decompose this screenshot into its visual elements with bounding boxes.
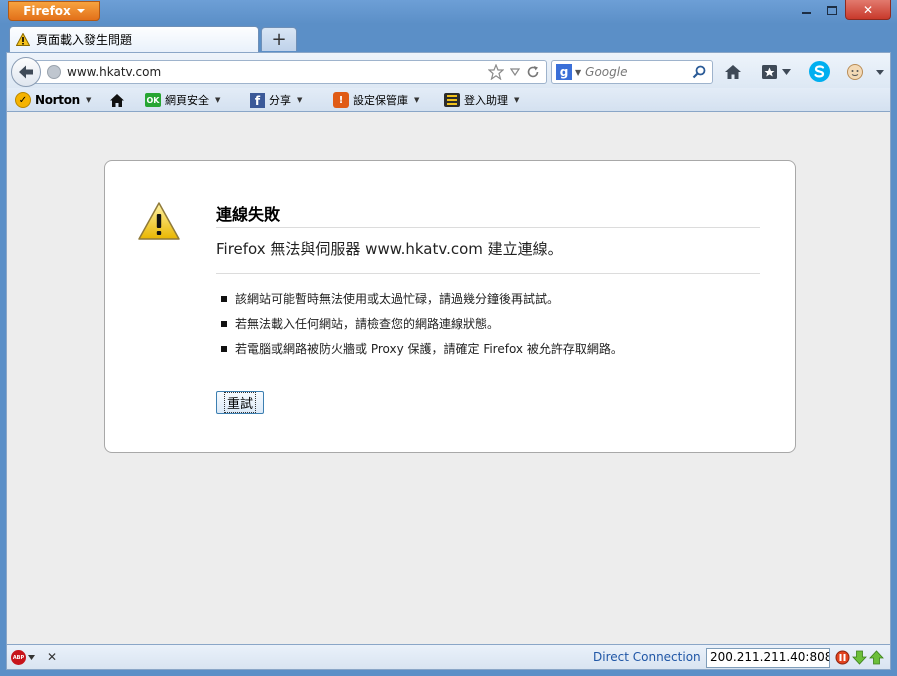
adblock-plus-icon: ABP [11,650,26,665]
chevron-down-icon: ▼ [215,96,221,104]
addon-face-button[interactable] [845,62,865,82]
site-identity-icon[interactable] [47,65,61,79]
maximize-button[interactable] [819,0,845,20]
warning-icon [16,33,30,46]
firefox-menu-button[interactable]: Firefox [8,1,100,21]
maximize-icon [827,5,837,15]
home-icon [110,93,124,107]
firefox-menu-label: Firefox [23,4,71,18]
share-menu[interactable]: f 分享 ▼ [250,91,302,109]
web-safety-menu[interactable]: OK 網頁安全 ▼ [145,91,220,109]
minimize-button[interactable] [793,0,819,20]
identity-vault-menu[interactable]: ! 設定保管庫 ▼ [333,91,419,109]
proxy-address-field[interactable]: 200.211.211.40:8080 [706,648,830,668]
divider [216,273,760,274]
login-card-icon [444,93,460,107]
page-content: 連線失敗 Firefox 無法與伺服器 www.hkatv.com 建立連線。 … [6,112,891,644]
download-arrow-icon[interactable] [852,650,867,665]
tab-strip: 頁面載入發生問題 + [0,24,897,52]
web-safety-label: 網頁安全 [165,94,209,107]
url-history-dropdown-icon[interactable] [510,68,520,76]
login-assistant-label: 登入助理 [464,94,508,107]
list-item: 若無法載入任何網站，請檢查您的網路連線狀態。 [221,316,623,341]
chevron-down-icon [782,69,791,75]
plus-icon: + [271,29,287,50]
warning-icon [138,202,180,240]
norton-menu[interactable]: ✓ Norton ▼ [15,91,91,109]
google-icon[interactable]: g [556,64,572,80]
bookmarks-menu-button[interactable] [759,62,793,82]
vault-icon: ! [333,92,349,108]
close-addon-bar-icon[interactable]: ✕ [47,650,57,664]
url-bar[interactable]: www.hkatv.com [35,60,547,84]
home-button[interactable] [723,62,743,82]
retry-button[interactable]: 重試 [216,391,264,414]
norton-label: Norton [35,93,80,107]
error-title: 連線失敗 [216,201,760,228]
navigation-toolbar: www.hkatv.com g ▼ Google [6,52,891,88]
chevron-down-icon [876,69,884,75]
norton-toolbar: ✓ Norton ▼ OK 網頁安全 ▼ f 分享 ▼ ! 設定保管庫 ▼ 登入… [6,88,891,112]
new-tab-button[interactable]: + [261,27,297,51]
bookmarks-icon [762,65,777,79]
status-bar: ABP ✕ Direct Connection 200.211.211.40:8… [6,644,891,670]
search-input[interactable]: Google [585,65,692,79]
chevron-down-icon: ▼ [297,96,303,104]
home-icon [725,65,741,79]
chevron-down-icon: ▼ [85,96,92,104]
title-bar: Firefox ✕ [0,0,897,24]
tab-title: 頁面載入發生問題 [36,33,133,47]
chevron-down-icon: ▼ [414,96,420,104]
vault-label: 設定保管庫 [353,94,408,107]
upload-arrow-icon[interactable] [869,650,884,665]
bookmark-star-icon[interactable] [488,64,504,80]
search-icon[interactable] [692,65,706,79]
list-item: 若電腦或網路被防火牆或 Proxy 保護，請確定 Firefox 被允許存取網路… [221,341,623,366]
close-icon: ✕ [862,2,874,17]
face-icon [847,64,863,80]
search-bar[interactable]: g ▼ Google [551,60,713,84]
url-text[interactable]: www.hkatv.com [67,65,488,79]
chevron-down-icon: ▼ [514,96,520,104]
skype-button[interactable] [807,59,831,83]
toolbar-overflow-button[interactable] [873,62,887,82]
direct-connection-link[interactable]: Direct Connection [593,650,701,664]
chevron-down-icon [76,9,85,13]
reload-icon[interactable] [526,65,540,79]
search-engine-dropdown-icon[interactable]: ▼ [575,68,581,77]
share-label: 分享 [269,94,291,107]
ok-safety-icon: OK [145,93,161,107]
retry-label: 重試 [223,392,256,413]
minimize-icon [801,12,811,14]
skype-icon [808,60,830,82]
error-container: 連線失敗 Firefox 無法與伺服器 www.hkatv.com 建立連線。 … [104,160,796,453]
facebook-icon: f [250,92,265,108]
close-window-button[interactable]: ✕ [845,0,891,20]
back-button[interactable] [11,57,41,87]
norton-check-icon: ✓ [15,92,31,108]
back-arrow-icon [19,65,33,79]
error-description: Firefox 無法與伺服器 www.hkatv.com 建立連線。 [216,240,563,258]
norton-home-button[interactable] [109,91,125,109]
error-suggestions: 該網站可能暫時無法使用或太過忙碌，請過幾分鐘後再試試。 若無法載入任何網站，請檢… [221,291,623,366]
chevron-down-icon [28,655,35,660]
proxy-status-icon[interactable] [835,650,850,665]
window-controls: ✕ [793,0,891,20]
login-assistant-menu[interactable]: 登入助理 ▼ [444,91,519,109]
tab-problem-loading-page[interactable]: 頁面載入發生問題 [9,26,259,52]
list-item: 該網站可能暫時無法使用或太過忙碌，請過幾分鐘後再試試。 [221,291,623,316]
adblock-plus-button[interactable]: ABP [11,650,35,665]
